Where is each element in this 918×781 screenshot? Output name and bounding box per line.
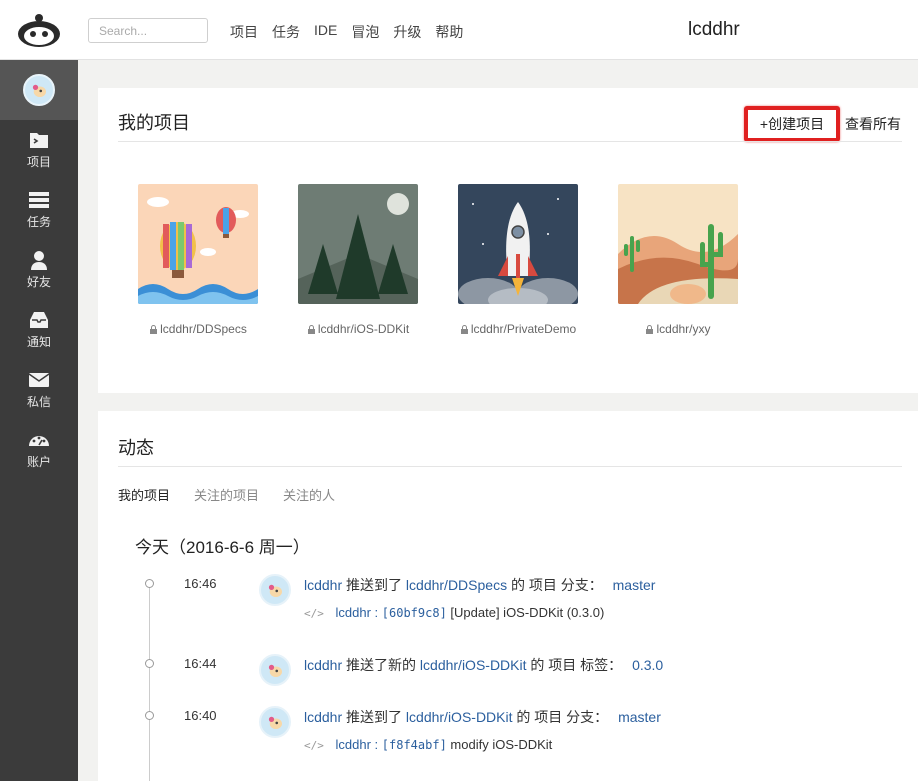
notification-icon bbox=[30, 312, 48, 328]
nav-help[interactable]: 帮助 bbox=[435, 22, 463, 42]
view-all-link[interactable]: 查看所有 bbox=[845, 114, 901, 134]
ref-link[interactable]: master bbox=[618, 709, 661, 725]
sidebar-item-projects[interactable]: 项目 bbox=[0, 120, 78, 180]
user-link[interactable]: lcddhr bbox=[304, 577, 342, 593]
commit-line: </> lcddhr : [f8f4abf] modify iOS-DDKit bbox=[304, 737, 553, 752]
forest-thumbnail-icon bbox=[298, 184, 418, 304]
avatar-image-icon bbox=[268, 664, 282, 677]
lock-icon bbox=[460, 325, 468, 334]
sidebar-item-label: 私信 bbox=[26, 395, 51, 409]
avatar-image-icon bbox=[268, 716, 282, 729]
tab-followed-people[interactable]: 关注的人 bbox=[283, 485, 335, 504]
tab-followed-projects[interactable]: 关注的项目 bbox=[194, 485, 259, 504]
code-icon: </> bbox=[304, 607, 324, 620]
project-name[interactable]: lcddhr/PrivateDemo bbox=[458, 322, 578, 336]
my-projects-panel: 我的项目 +创建项目 查看所有 lcddhr/DDSpecs lcddhr/iO… bbox=[98, 88, 918, 393]
create-project-button[interactable]: +创建项目 bbox=[744, 106, 840, 142]
project-link[interactable]: lcddhr/DDSpecs bbox=[406, 577, 507, 593]
timeline-dot bbox=[145, 579, 154, 588]
avatar-image-icon bbox=[32, 84, 46, 97]
nav-projects[interactable]: 项目 bbox=[230, 22, 258, 42]
username[interactable]: lcddhr bbox=[688, 19, 740, 41]
user-link[interactable]: lcddhr bbox=[304, 657, 342, 673]
activity-tabs: 我的项目 关注的项目 关注的人 bbox=[118, 485, 335, 504]
project-link[interactable]: lcddhr/iOS-DDKit bbox=[420, 657, 527, 673]
project-card[interactable]: lcddhr/DDSpecs bbox=[138, 184, 258, 336]
divider bbox=[118, 466, 902, 467]
nav-ide[interactable]: IDE bbox=[314, 22, 337, 42]
project-card[interactable]: lcddhr/PrivateDemo bbox=[458, 184, 578, 336]
sidebar-item-label: 账户 bbox=[26, 455, 51, 469]
tab-my-projects[interactable]: 我的项目 bbox=[118, 485, 170, 504]
lock-icon bbox=[307, 325, 315, 334]
sidebar-avatar-area bbox=[0, 60, 78, 120]
nav-bubble[interactable]: 冒泡 bbox=[351, 22, 379, 42]
event-description: lcddhr 推送到了 lcddhr/iOS-DDKit 的 项目 分支： ma… bbox=[304, 709, 661, 725]
balloon-thumbnail-icon bbox=[138, 184, 258, 304]
avatar[interactable] bbox=[259, 654, 291, 686]
commit-hash-link[interactable]: [60bf9c8] bbox=[382, 606, 447, 620]
sidebar-item-label: 好友 bbox=[26, 275, 51, 289]
lock-icon bbox=[646, 325, 654, 334]
nav-upgrade[interactable]: 升级 bbox=[393, 22, 421, 42]
search-input[interactable] bbox=[88, 18, 208, 43]
activity-panel: 动态 我的项目 关注的项目 关注的人 今天（2016-6-6 周一） 16:46… bbox=[98, 411, 918, 781]
sidebar-item-label: 项目 bbox=[26, 155, 51, 169]
project-link[interactable]: lcddhr/iOS-DDKit bbox=[406, 709, 513, 725]
ref-link[interactable]: master bbox=[613, 577, 656, 593]
avatar[interactable] bbox=[259, 706, 291, 738]
project-name[interactable]: lcddhr/yxy bbox=[618, 322, 738, 336]
project-card[interactable]: lcddhr/yxy bbox=[618, 184, 738, 336]
top-bar: 项目 任务 IDE 冒泡 升级 帮助 lcddhr bbox=[0, 0, 918, 60]
friend-icon bbox=[31, 251, 47, 270]
avatar-image-icon bbox=[268, 584, 282, 597]
sidebar-item-friends[interactable]: 好友 bbox=[0, 240, 78, 300]
sidebar-item-tasks[interactable]: 任务 bbox=[0, 180, 78, 240]
event-time: 16:46 bbox=[184, 576, 217, 591]
sidebar: 项目 任务 好友 通知 私信 账户 bbox=[0, 60, 78, 781]
timeline-dot bbox=[145, 711, 154, 720]
project-name[interactable]: lcddhr/iOS-DDKit bbox=[298, 322, 418, 336]
event-description: lcddhr 推送到了 lcddhr/DDSpecs 的 项目 分支： mast… bbox=[304, 577, 656, 593]
project-card[interactable]: lcddhr/iOS-DDKit bbox=[298, 184, 418, 336]
projects-title: 我的项目 bbox=[118, 113, 190, 133]
divider bbox=[118, 141, 902, 142]
rocket-thumbnail-icon bbox=[458, 184, 578, 304]
avatar[interactable] bbox=[259, 574, 291, 606]
user-link[interactable]: lcddhr bbox=[304, 709, 342, 725]
lock-icon bbox=[150, 325, 158, 334]
sidebar-item-notifications[interactable]: 通知 bbox=[0, 300, 78, 360]
sidebar-item-label: 通知 bbox=[26, 335, 51, 349]
sidebar-item-account[interactable]: 账户 bbox=[0, 420, 78, 480]
coding-logo-icon[interactable] bbox=[16, 12, 62, 48]
cactus-thumbnail-icon bbox=[618, 184, 738, 304]
timeline-dot bbox=[145, 659, 154, 668]
activity-title: 动态 bbox=[118, 438, 154, 458]
commit-line: </> lcddhr : [60bf9c8] [Update] iOS-DDKi… bbox=[304, 605, 605, 620]
timeline-line bbox=[149, 583, 150, 781]
code-icon: </> bbox=[304, 739, 324, 752]
day-heading: 今天（2016-6-6 周一） bbox=[135, 538, 310, 557]
message-icon bbox=[28, 373, 50, 387]
sidebar-item-messages[interactable]: 私信 bbox=[0, 360, 78, 420]
project-name[interactable]: lcddhr/DDSpecs bbox=[138, 322, 258, 336]
avatar[interactable] bbox=[23, 74, 55, 106]
task-icon bbox=[29, 192, 49, 208]
commit-hash-link[interactable]: [f8f4abf] bbox=[382, 738, 447, 752]
top-nav: 项目 任务 IDE 冒泡 升级 帮助 bbox=[230, 22, 463, 42]
ref-link[interactable]: 0.3.0 bbox=[632, 657, 663, 673]
project-icon bbox=[30, 133, 48, 148]
event-time: 16:40 bbox=[184, 708, 217, 723]
event-time: 16:44 bbox=[184, 656, 217, 671]
event-description: lcddhr 推送了新的 lcddhr/iOS-DDKit 的 项目 标签： 0… bbox=[304, 657, 664, 673]
commit-user-link[interactable]: lcddhr : bbox=[336, 605, 379, 620]
sidebar-item-label: 任务 bbox=[26, 215, 51, 229]
nav-tasks[interactable]: 任务 bbox=[272, 22, 300, 42]
commit-user-link[interactable]: lcddhr : bbox=[336, 737, 379, 752]
account-icon bbox=[29, 436, 49, 446]
